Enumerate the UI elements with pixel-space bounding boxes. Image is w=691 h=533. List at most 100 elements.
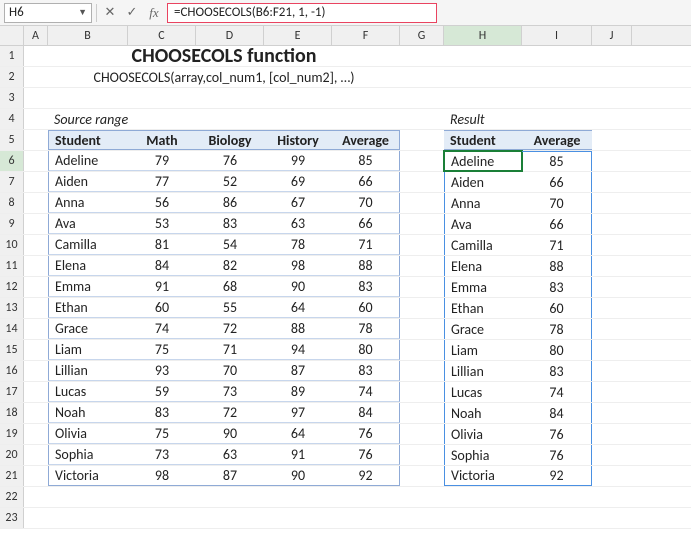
cell[interactable] xyxy=(522,46,592,66)
res-student[interactable]: Lillian xyxy=(444,361,522,381)
cell-A5[interactable] xyxy=(24,130,48,150)
cell[interactable] xyxy=(332,508,400,528)
cell-A12[interactable] xyxy=(24,277,48,297)
cell[interactable] xyxy=(522,109,592,129)
cell[interactable] xyxy=(400,508,444,528)
res-student[interactable]: Victoria xyxy=(444,466,522,486)
cell[interactable] xyxy=(444,508,522,528)
row-header-22[interactable]: 22 xyxy=(0,487,24,507)
cell[interactable] xyxy=(522,67,592,87)
row-header-21[interactable]: 21 xyxy=(0,466,24,486)
spreadsheet[interactable]: A B C D E F G H I J 1CHOOSECOLS function… xyxy=(0,26,691,533)
cell-A19[interactable] xyxy=(24,424,48,444)
cell-A2[interactable] xyxy=(24,67,48,87)
cell[interactable] xyxy=(196,508,264,528)
row-header-17[interactable]: 17 xyxy=(0,382,24,402)
cell[interactable] xyxy=(400,67,444,87)
cell[interactable] xyxy=(332,88,400,108)
cell[interactable] xyxy=(264,88,332,108)
cell-A13[interactable] xyxy=(24,298,48,318)
row-header-2[interactable]: 2 xyxy=(0,67,24,87)
cell[interactable] xyxy=(400,214,444,234)
row-header-15[interactable]: 15 xyxy=(0,340,24,360)
cell[interactable] xyxy=(264,508,332,528)
cell[interactable] xyxy=(592,151,632,171)
col-header-C[interactable]: C xyxy=(128,26,196,45)
res-average[interactable]: 85 xyxy=(522,151,592,171)
res-average[interactable]: 76 xyxy=(522,445,592,465)
row-header-16[interactable]: 16 xyxy=(0,361,24,381)
cell-A8[interactable] xyxy=(24,193,48,213)
cell-A23[interactable] xyxy=(24,508,48,528)
cell-A1[interactable] xyxy=(24,46,48,66)
cell-A11[interactable] xyxy=(24,256,48,276)
col-header-G[interactable]: G xyxy=(400,26,444,45)
cell[interactable] xyxy=(400,46,444,66)
res-average[interactable]: 83 xyxy=(522,277,592,297)
res-average[interactable]: 66 xyxy=(522,172,592,192)
cell[interactable] xyxy=(48,508,128,528)
cell[interactable] xyxy=(400,172,444,192)
cell[interactable] xyxy=(332,487,400,507)
cell[interactable] xyxy=(400,319,444,339)
cell[interactable] xyxy=(522,487,592,507)
res-student[interactable]: Aiden xyxy=(444,172,522,192)
res-student[interactable]: Grace xyxy=(444,319,522,339)
cell[interactable] xyxy=(592,277,632,297)
cell[interactable] xyxy=(592,319,632,339)
res-average[interactable]: 60 xyxy=(522,298,592,318)
res-average[interactable]: 92 xyxy=(522,466,592,486)
res-average[interactable]: 74 xyxy=(522,382,592,402)
cell-A15[interactable] xyxy=(24,340,48,360)
cell[interactable] xyxy=(128,109,196,129)
cell[interactable] xyxy=(400,235,444,255)
cell[interactable] xyxy=(592,340,632,360)
col-header-H[interactable]: H xyxy=(444,26,522,45)
cell[interactable] xyxy=(400,151,444,171)
cell[interactable] xyxy=(400,277,444,297)
cell-A14[interactable] xyxy=(24,319,48,339)
cell[interactable] xyxy=(400,109,444,129)
cell[interactable] xyxy=(400,298,444,318)
cell-A20[interactable] xyxy=(24,445,48,465)
cell[interactable] xyxy=(522,88,592,108)
formula-input[interactable]: =CHOOSECOLS(B6:F21, 1, -1) xyxy=(167,3,437,23)
cell-A4[interactable] xyxy=(24,109,48,129)
row-header-11[interactable]: 11 xyxy=(0,256,24,276)
cell[interactable] xyxy=(128,508,196,528)
cell[interactable] xyxy=(332,109,400,129)
cell[interactable] xyxy=(264,109,332,129)
cell[interactable] xyxy=(592,508,632,528)
cell[interactable] xyxy=(444,46,522,66)
enter-icon[interactable]: ✓ xyxy=(123,4,141,22)
cell[interactable] xyxy=(400,193,444,213)
cancel-icon[interactable]: ✕ xyxy=(101,4,119,22)
cell[interactable] xyxy=(592,361,632,381)
cell[interactable] xyxy=(592,445,632,465)
cell-A9[interactable] xyxy=(24,214,48,234)
row-header-8[interactable]: 8 xyxy=(0,193,24,213)
res-student[interactable]: Olivia xyxy=(444,424,522,444)
cell[interactable] xyxy=(400,382,444,402)
res-average[interactable]: 80 xyxy=(522,340,592,360)
cell[interactable] xyxy=(196,109,264,129)
res-student[interactable]: Sophia xyxy=(444,445,522,465)
row-header-3[interactable]: 3 xyxy=(0,88,24,108)
res-student[interactable]: Camilla xyxy=(444,235,522,255)
res-student[interactable]: Noah xyxy=(444,403,522,423)
cell-A7[interactable] xyxy=(24,172,48,192)
cell[interactable] xyxy=(592,67,632,87)
row-header-10[interactable]: 10 xyxy=(0,235,24,255)
res-average[interactable]: 78 xyxy=(522,319,592,339)
res-average[interactable]: 83 xyxy=(522,361,592,381)
cell-A18[interactable] xyxy=(24,403,48,423)
cell[interactable] xyxy=(400,487,444,507)
row-header-5[interactable]: 5 xyxy=(0,130,24,150)
res-average[interactable]: 84 xyxy=(522,403,592,423)
cell[interactable] xyxy=(48,88,128,108)
cell[interactable] xyxy=(400,466,444,486)
cell[interactable] xyxy=(592,172,632,192)
name-box[interactable]: H6 ▼ xyxy=(4,3,92,23)
col-header-D[interactable]: D xyxy=(196,26,264,45)
cell[interactable] xyxy=(400,256,444,276)
